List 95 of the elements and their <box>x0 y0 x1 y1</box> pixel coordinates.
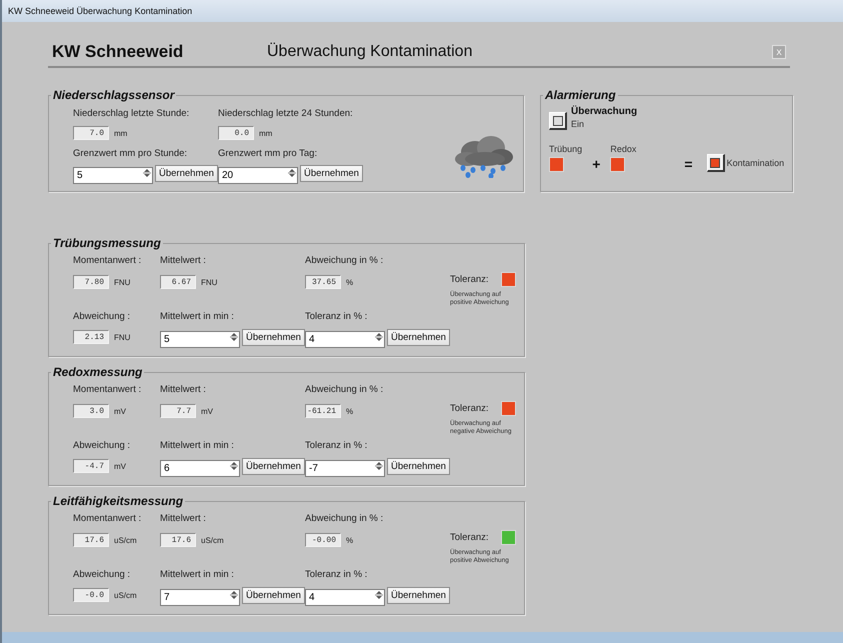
apply-button[interactable]: Übernehmen <box>242 586 305 604</box>
group-title: Trübungsmessung <box>52 236 162 250</box>
monitor-state: Ein <box>571 119 586 129</box>
equals-sign: = <box>684 156 693 172</box>
unit-label: % <box>346 278 354 286</box>
spin-arrows-icon[interactable] <box>375 330 383 342</box>
unit-label: mm <box>259 128 272 138</box>
unit-label: FNU <box>201 278 218 286</box>
number-field[interactable]: 20 <box>218 166 298 184</box>
field-label: Abweichung in % : <box>305 512 384 524</box>
unit-label: % <box>346 536 354 544</box>
spin-arrows-icon[interactable] <box>375 588 383 600</box>
unit-label: mV <box>114 462 126 470</box>
group-title: Leitfähigkeitsmessung <box>52 494 184 508</box>
value-field: 6.67 <box>160 275 196 289</box>
plus-sign: + <box>592 156 600 172</box>
apply-button[interactable]: Übernehmen <box>300 164 363 182</box>
number-field[interactable]: -7 <box>305 460 385 476</box>
field-label: Momentanwert : <box>73 384 142 394</box>
number-field[interactable]: 4 <box>305 588 385 606</box>
signal-label: Trübung <box>549 144 582 154</box>
number-field[interactable]: 6 <box>160 460 240 476</box>
signal-label: Redox <box>610 144 636 154</box>
field-label: Mittelwert : <box>160 512 207 524</box>
value-field: 37.65 <box>305 275 341 289</box>
contamination-indicator[interactable] <box>706 154 725 172</box>
brand-title: KW Schneeweid <box>52 42 184 62</box>
field-label: Toleranz in % : <box>305 569 368 580</box>
apply-button[interactable]: Übernehmen <box>155 164 218 182</box>
field-label: Mittelwert : <box>160 254 207 266</box>
value-field: 7.0 <box>73 126 109 140</box>
field-label: Grenzwert mm pro Stunde: <box>73 148 188 158</box>
field-label: Abweichung : <box>73 569 132 580</box>
number-field[interactable]: 4 <box>305 330 385 348</box>
value-field: 0.0 <box>218 126 254 140</box>
apply-button[interactable]: Übernehmen <box>387 458 450 474</box>
unit-label: uS/cm <box>114 590 137 600</box>
unit-label: uS/cm <box>201 536 224 544</box>
number-field[interactable]: 5 <box>160 330 240 348</box>
spin-arrows-icon[interactable] <box>230 460 238 472</box>
value-field: 2.13 <box>73 330 109 344</box>
field-label: Mittelwert in min : <box>160 440 235 451</box>
spin-arrows-icon[interactable] <box>288 166 296 178</box>
spin-arrows-icon[interactable] <box>143 166 151 178</box>
field-label: Grenzwert mm pro Tag: <box>218 148 318 158</box>
value-field: -0.0 <box>73 588 109 602</box>
spin-arrows-icon[interactable] <box>230 588 238 600</box>
value-field: -0.00 <box>305 533 341 547</box>
field-label: Niederschlag letzte 24 Stunden: <box>218 108 354 118</box>
field-label: Toleranz in % : <box>305 311 368 322</box>
unit-label: uS/cm <box>114 536 137 544</box>
number-field[interactable]: 5 <box>73 166 153 184</box>
group-title: Alarmierung <box>544 88 617 102</box>
field-label: Niederschlag letzte Stunde: <box>73 108 190 118</box>
apply-button[interactable]: Übernehmen <box>387 586 450 604</box>
value-field: 17.6 <box>160 533 196 547</box>
spin-arrows-icon[interactable] <box>230 330 238 342</box>
field-label: Abweichung in % : <box>305 384 384 394</box>
field-label: Momentanwert : <box>73 254 142 266</box>
tolerance-label: Toleranz: <box>450 403 489 414</box>
unit-label: FNU <box>114 278 130 286</box>
value-field: -61.21 <box>305 404 341 418</box>
field-label: Abweichung : <box>73 440 132 451</box>
unit-label: % <box>346 406 354 416</box>
unit-label: FNU <box>114 332 130 342</box>
group-title: Niederschlagssensor <box>52 88 176 102</box>
number-field[interactable]: 7 <box>160 588 240 606</box>
value-field: -4.7 <box>73 459 109 473</box>
field-label: Momentanwert : <box>73 512 142 524</box>
unit-label: mV <box>201 406 213 416</box>
value-field: 7.80 <box>73 275 109 289</box>
spin-arrows-icon[interactable] <box>375 460 383 472</box>
field-label: Abweichung : <box>73 311 132 322</box>
field-label: Mittelwert in min : <box>160 311 235 322</box>
page-title: Überwachung Kontamination <box>267 43 474 61</box>
field-label: Toleranz in % : <box>305 440 368 451</box>
unit-label: mm <box>114 128 128 138</box>
apply-button[interactable]: Übernehmen <box>242 328 305 346</box>
apply-button[interactable]: Übernehmen <box>242 458 305 474</box>
rain-cloud-icon <box>453 134 515 178</box>
value-field: 17.6 <box>73 533 109 547</box>
monitor-label: Überwachung <box>571 106 638 117</box>
apply-button[interactable]: Übernehmen <box>387 328 450 346</box>
group-title: Redoxmessung <box>52 365 144 379</box>
field-label: Mittelwert in min : <box>160 569 235 580</box>
value-field: 3.0 <box>73 404 109 418</box>
tolerance-label: Toleranz: <box>450 532 489 543</box>
field-label: Abweichung in % : <box>305 254 384 266</box>
tolerance-label: Toleranz: <box>450 274 489 285</box>
window-title: KW Schneeweid Überwachung Kontamination <box>8 6 192 16</box>
value-field: 7.7 <box>160 404 196 418</box>
contamination-label: Kontamination <box>726 157 784 170</box>
field-label: Mittelwert : <box>160 384 207 394</box>
unit-label: mV <box>114 406 126 416</box>
monitor-toggle[interactable] <box>549 112 567 130</box>
